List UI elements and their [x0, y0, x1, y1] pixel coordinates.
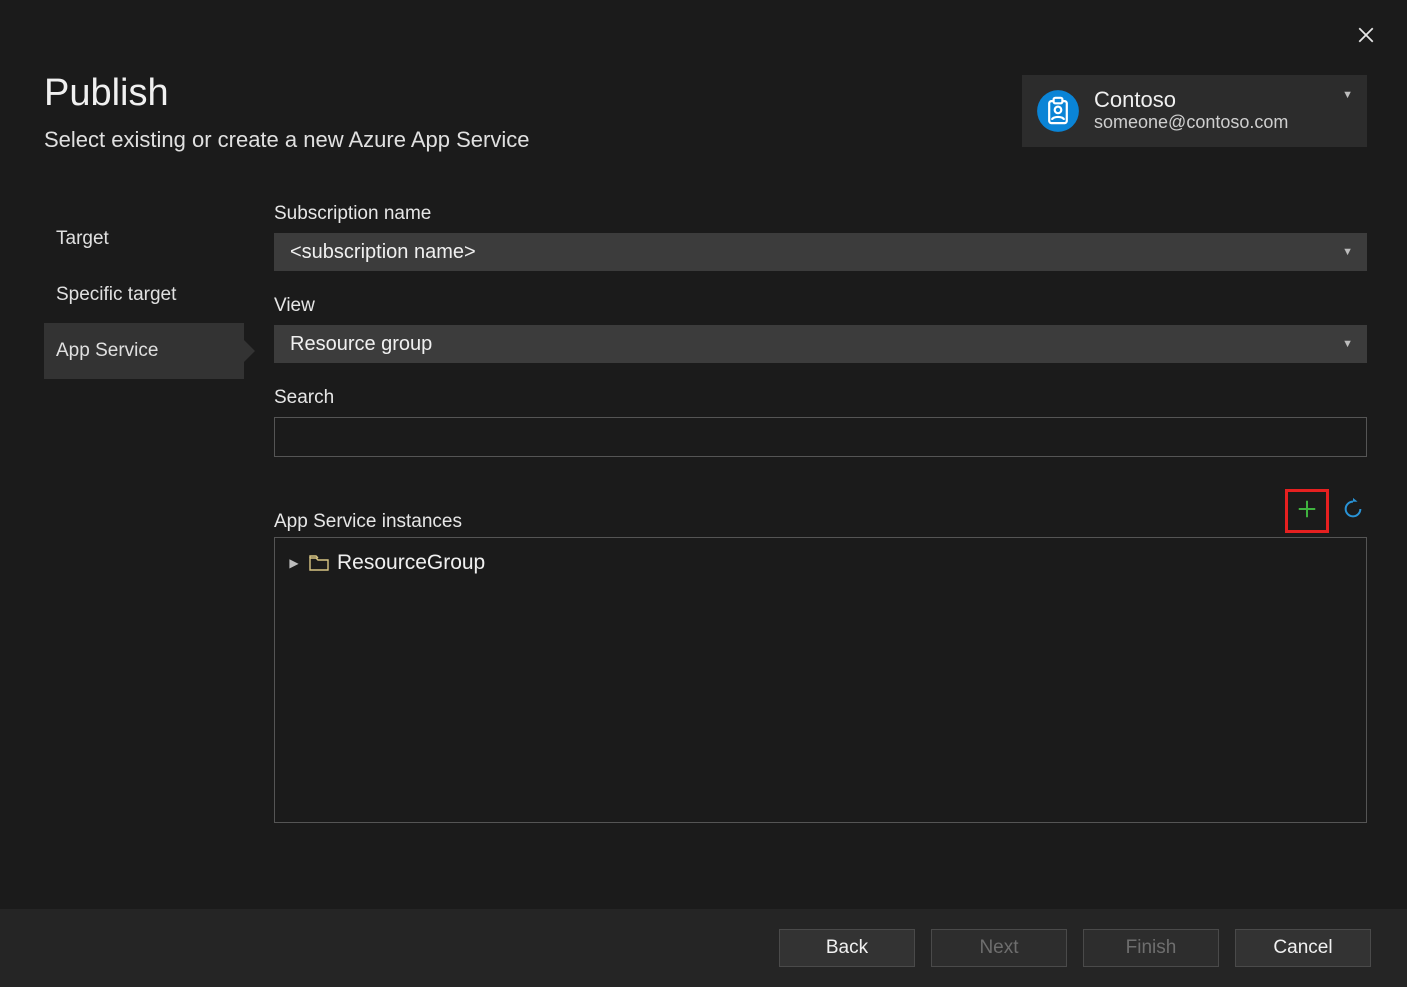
subscription-label: Subscription name — [274, 203, 1367, 225]
refresh-button[interactable] — [1339, 497, 1367, 525]
subscription-value: <subscription name> — [290, 241, 476, 264]
back-button[interactable]: Back — [779, 929, 915, 967]
sidebar: Target Specific target App Service — [44, 203, 244, 909]
instances-actions — [1285, 489, 1367, 533]
search-label: Search — [274, 387, 1367, 409]
account-badge-icon — [1036, 89, 1080, 133]
button-label: Finish — [1126, 937, 1177, 959]
next-button: Next — [931, 929, 1067, 967]
sidebar-tab-label: App Service — [56, 340, 158, 362]
account-picker[interactable]: Contoso someone@contoso.com ▼ — [1022, 75, 1367, 147]
sidebar-tab-label: Target — [56, 228, 109, 250]
header: Publish Select existing or create a new … — [0, 10, 1407, 153]
finish-button: Finish — [1083, 929, 1219, 967]
chevron-down-icon: ▼ — [1342, 89, 1353, 101]
view-value: Resource group — [290, 333, 432, 356]
account-email: someone@contoso.com — [1094, 112, 1342, 134]
search-input[interactable] — [274, 417, 1367, 457]
add-app-service-button[interactable] — [1285, 489, 1329, 533]
refresh-icon — [1342, 498, 1364, 525]
footer: Back Next Finish Cancel — [0, 909, 1407, 987]
sidebar-tab-target[interactable]: Target — [44, 211, 244, 267]
chevron-down-icon: ▼ — [1342, 246, 1353, 258]
button-label: Next — [979, 937, 1018, 959]
sidebar-tab-app-service[interactable]: App Service — [44, 323, 244, 379]
button-label: Cancel — [1273, 937, 1332, 959]
expand-icon[interactable]: ▶ — [287, 556, 301, 570]
account-name: Contoso — [1094, 88, 1342, 112]
view-dropdown[interactable]: Resource group ▼ — [274, 325, 1367, 363]
tree-node-resourcegroup[interactable]: ▶ ResourceGroup — [287, 548, 1354, 578]
sidebar-tab-label: Specific target — [56, 284, 176, 306]
tree-node-label: ResourceGroup — [337, 551, 485, 575]
plus-icon — [1296, 498, 1318, 525]
publish-dialog: Publish Select existing or create a new … — [0, 0, 1407, 987]
folder-icon — [309, 555, 329, 571]
account-text: Contoso someone@contoso.com — [1094, 88, 1342, 134]
subscription-dropdown[interactable]: <subscription name> ▼ — [274, 233, 1367, 271]
chevron-down-icon: ▼ — [1342, 338, 1353, 350]
button-label: Back — [826, 937, 868, 959]
cancel-button[interactable]: Cancel — [1235, 929, 1371, 967]
sidebar-tab-specific-target[interactable]: Specific target — [44, 267, 244, 323]
instances-label: App Service instances — [274, 511, 462, 533]
instances-tree[interactable]: ▶ ResourceGroup — [274, 537, 1367, 823]
view-label: View — [274, 295, 1367, 317]
instances-header: App Service instances — [274, 489, 1367, 533]
content: Target Specific target App Service Subsc… — [0, 203, 1407, 909]
form: Subscription name <subscription name> ▼ … — [244, 203, 1367, 909]
